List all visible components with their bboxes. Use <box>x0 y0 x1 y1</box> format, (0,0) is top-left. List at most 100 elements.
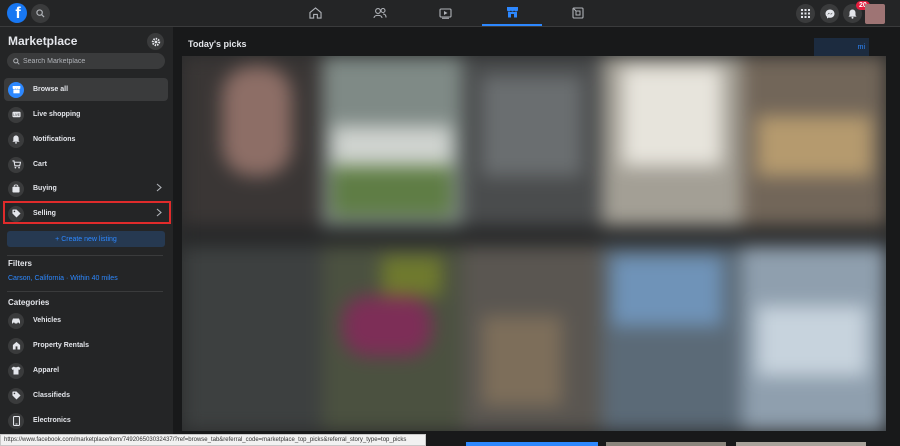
main-feed: Today's picks mi <box>173 27 900 434</box>
messenger-button[interactable] <box>820 4 839 23</box>
bell-icon-wrap <box>8 131 24 148</box>
page-title: Today's picks <box>188 39 247 49</box>
facebook-logo-letter: f <box>15 5 21 22</box>
search-icon <box>36 9 45 18</box>
car-icon-wrap <box>8 312 24 329</box>
live-video-icon: LIVE <box>11 111 21 118</box>
sidebar-item-notifications[interactable]: Notifications <box>4 128 168 151</box>
category-electronics[interactable]: Electronics <box>4 409 168 432</box>
category-label: Apparel <box>33 367 60 374</box>
home-icon <box>308 7 322 19</box>
tab-friends[interactable] <box>350 0 410 26</box>
search-button[interactable] <box>31 4 50 23</box>
sidebar-item-label: Browse all <box>33 86 69 93</box>
listing-image-blob <box>382 256 442 296</box>
category-classifieds[interactable]: Classifieds <box>4 384 168 407</box>
sidebar-item-label: Buying <box>33 185 57 192</box>
category-apparel[interactable]: Apparel <box>4 359 168 382</box>
divider <box>7 291 163 292</box>
house-icon <box>12 341 20 350</box>
tag-icon <box>11 391 21 400</box>
blurred-listing-images <box>182 56 886 431</box>
create-new-listing-button[interactable]: + Create new listing <box>7 231 165 247</box>
shopping-bag-icon-wrap <box>8 180 24 197</box>
phone-icon <box>12 415 20 426</box>
messenger-icon <box>825 9 834 18</box>
sidebar-item-buying[interactable]: Buying <box>4 177 168 200</box>
tab-watch[interactable] <box>415 0 475 26</box>
location-chip[interactable]: mi <box>814 38 869 57</box>
listing-image-blob <box>482 316 562 406</box>
sidebar-item-live-shopping[interactable]: LIVE Live shopping <box>4 103 168 126</box>
listing-preview-chip <box>736 442 866 446</box>
listing-image-blob <box>612 256 722 326</box>
sidebar-item-selling[interactable]: Selling <box>4 202 168 225</box>
cart-icon-wrap <box>8 156 24 173</box>
listing-grid <box>182 56 886 431</box>
tag-icon <box>11 209 21 218</box>
chevron-right-icon <box>156 208 162 217</box>
svg-text:LIVE: LIVE <box>13 113 20 117</box>
bell-icon <box>12 135 20 144</box>
marketplace-icon <box>506 7 518 18</box>
tab-gaming[interactable] <box>548 0 608 26</box>
profile-avatar[interactable] <box>865 4 885 24</box>
listing-tile[interactable] <box>182 246 322 431</box>
listing-image-blob <box>222 66 292 176</box>
listing-divider <box>182 226 886 246</box>
tab-marketplace[interactable] <box>482 0 542 26</box>
shirt-icon <box>11 366 21 375</box>
bell-icon <box>848 9 857 19</box>
location-filter-link[interactable]: Carson, California · Within 40 miles <box>8 275 118 282</box>
marketplace-sidebar: Marketplace Browse all LIVE Live shoppin… <box>0 27 173 434</box>
browser-status-url: https://www.facebook.com/marketplace/ite… <box>0 434 426 446</box>
facebook-logo[interactable]: f <box>7 3 27 23</box>
cart-icon <box>11 160 21 169</box>
marketplace-search[interactable] <box>7 53 165 69</box>
friends-icon <box>373 7 387 19</box>
sidebar-item-label: Selling <box>33 210 56 217</box>
bottom-listing-strip <box>426 434 900 446</box>
divider <box>7 255 163 256</box>
storefront-icon-wrap <box>8 81 24 98</box>
gaming-icon <box>572 7 584 19</box>
watch-icon <box>438 7 452 19</box>
sidebar-item-label: Cart <box>33 161 48 168</box>
listing-image-blob <box>757 116 872 176</box>
house-icon-wrap <box>8 337 24 354</box>
listing-image-blob <box>332 166 452 216</box>
listing-image-blob <box>482 76 582 176</box>
chevron-right-icon <box>156 183 162 192</box>
gear-icon <box>151 37 160 46</box>
category-label: Vehicles <box>33 317 62 324</box>
listing-image-blob <box>342 296 432 356</box>
tag-icon-wrap <box>8 205 24 222</box>
sidebar-title: Marketplace <box>8 34 78 48</box>
listing-preview-chip <box>466 442 598 446</box>
search-input[interactable] <box>23 57 158 65</box>
grid-menu-icon <box>801 9 810 18</box>
listing-image-blob <box>622 66 722 166</box>
listing-preview-chip <box>606 442 726 446</box>
sidebar-item-label: Notifications <box>33 136 76 143</box>
category-label: Classifieds <box>33 392 70 399</box>
tab-home[interactable] <box>285 0 345 26</box>
category-property-rentals[interactable]: Property Rentals <box>4 334 168 357</box>
category-label: Property Rentals <box>33 342 90 349</box>
live-video-icon-wrap: LIVE <box>8 106 24 123</box>
storefront-icon <box>12 86 20 94</box>
category-vehicles[interactable]: Vehicles <box>4 309 168 332</box>
filters-heading: Filters <box>8 259 33 268</box>
menu-button[interactable] <box>796 4 815 23</box>
shopping-bag-icon <box>12 184 20 193</box>
search-icon <box>13 57 20 65</box>
car-icon <box>12 318 20 324</box>
sidebar-item-browse-all[interactable]: Browse all <box>4 78 168 101</box>
settings-button[interactable] <box>147 33 164 50</box>
category-label: Electronics <box>33 417 71 424</box>
tag-icon-wrap <box>8 387 24 404</box>
categories-heading: Categories <box>8 298 50 307</box>
top-navigation-bar: f 20 <box>0 0 900 27</box>
sidebar-item-label: Live shopping <box>33 111 81 118</box>
sidebar-item-cart[interactable]: Cart <box>4 153 168 176</box>
